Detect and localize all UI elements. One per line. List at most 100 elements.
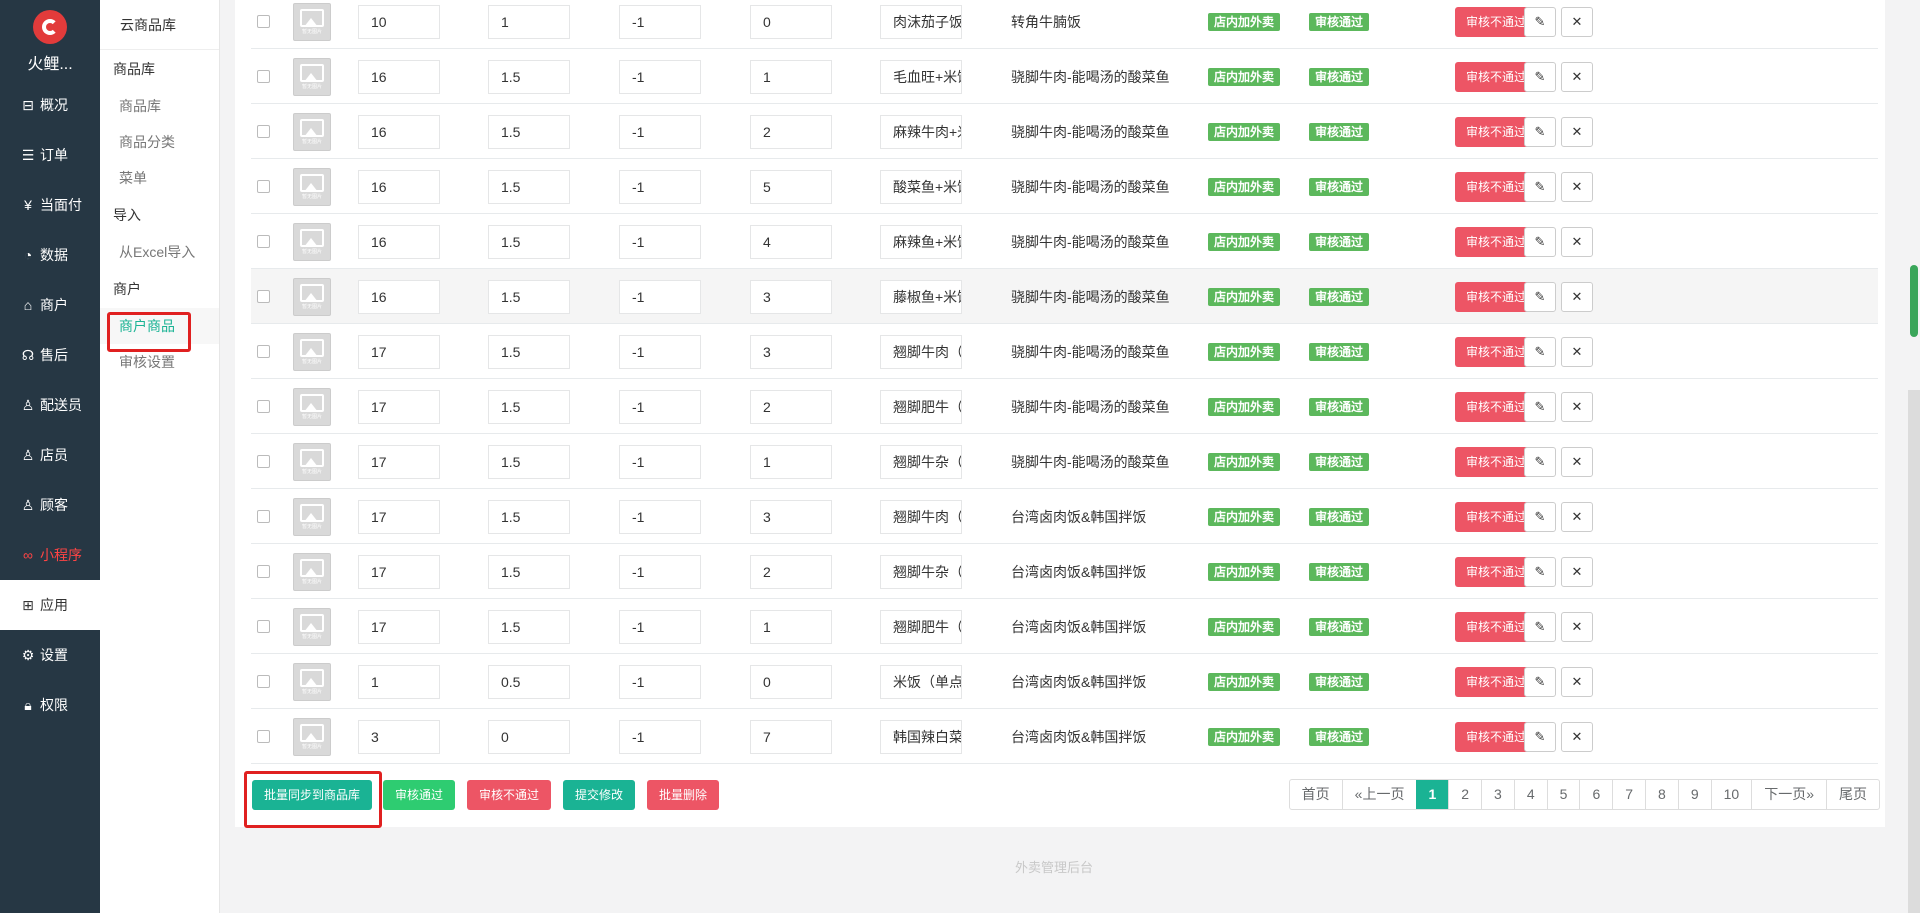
row-checkbox[interactable] bbox=[257, 455, 270, 468]
row-input-name[interactable]: 麻辣牛肉+米 bbox=[880, 114, 962, 149]
product-image[interactable]: 暂无图片 bbox=[293, 222, 331, 261]
row-input-v3[interactable]: -1 bbox=[619, 224, 701, 259]
edit-button[interactable]: ✎ bbox=[1524, 391, 1556, 422]
product-image[interactable]: 暂无图片 bbox=[293, 57, 331, 96]
row-checkbox[interactable] bbox=[257, 565, 270, 578]
row-input-v4[interactable]: 0 bbox=[750, 664, 832, 699]
page-last[interactable]: 尾页 bbox=[1826, 780, 1879, 809]
row-checkbox[interactable] bbox=[257, 15, 270, 28]
delete-button[interactable]: ✕ bbox=[1561, 666, 1593, 697]
sub-item-merchant-goods[interactable]: 商户商品 bbox=[100, 308, 219, 344]
nav-item-merchant[interactable]: ⌂ 商户 bbox=[0, 280, 100, 330]
row-input-v4[interactable]: 1 bbox=[750, 59, 832, 94]
brand[interactable]: 火鲤... bbox=[0, 0, 100, 80]
batch-delete-button[interactable]: 批量删除 bbox=[647, 780, 720, 810]
row-input-v3[interactable]: -1 bbox=[619, 499, 701, 534]
nav-item-miniapp[interactable]: ∞ 小程序 bbox=[0, 530, 100, 580]
nav-item-aftersale[interactable]: ☊ 售后 bbox=[0, 330, 100, 380]
delete-button[interactable]: ✕ bbox=[1561, 391, 1593, 422]
row-input-v3[interactable]: -1 bbox=[619, 389, 701, 424]
row-input-v2[interactable]: 1.5 bbox=[488, 59, 570, 94]
product-image[interactable]: 暂无图片 bbox=[293, 2, 331, 41]
row-input-v1[interactable]: 16 bbox=[358, 169, 440, 204]
row-checkbox[interactable] bbox=[257, 620, 270, 633]
sub-item-audit-settings[interactable]: 审核设置 bbox=[100, 344, 219, 380]
row-input-v2[interactable]: 1.5 bbox=[488, 169, 570, 204]
nav-item-permission[interactable]: 🔒︎ 权限 bbox=[0, 680, 100, 730]
row-input-v2[interactable]: 1.5 bbox=[488, 114, 570, 149]
row-input-v2[interactable]: 1.5 bbox=[488, 334, 570, 369]
nav-item-clerk[interactable]: ♙ 店员 bbox=[0, 430, 100, 480]
row-input-name[interactable]: 酸菜鱼+米饭 bbox=[880, 169, 962, 204]
row-input-v3[interactable]: -1 bbox=[619, 279, 701, 314]
row-input-v3[interactable]: -1 bbox=[619, 59, 701, 94]
sub-item-menu[interactable]: 菜单 bbox=[100, 160, 219, 196]
row-input-v4[interactable]: 2 bbox=[750, 389, 832, 424]
page-number[interactable]: 2 bbox=[1448, 780, 1481, 809]
batch-sync-button[interactable]: 批量同步到商品库 bbox=[252, 780, 373, 810]
page-number[interactable]: 1 bbox=[1416, 780, 1449, 809]
edit-button[interactable]: ✎ bbox=[1524, 6, 1556, 37]
row-input-v3[interactable]: -1 bbox=[619, 444, 701, 479]
row-input-name[interactable]: 翘脚肥牛（ bbox=[880, 389, 962, 424]
row-input-v4[interactable]: 7 bbox=[750, 719, 832, 754]
row-input-v4[interactable]: 3 bbox=[750, 279, 832, 314]
product-image[interactable]: 暂无图片 bbox=[293, 332, 331, 371]
row-checkbox[interactable] bbox=[257, 235, 270, 248]
nav-item-customer[interactable]: ♙ 顾客 bbox=[0, 480, 100, 530]
edit-button[interactable]: ✎ bbox=[1524, 611, 1556, 642]
row-input-v2[interactable]: 1.5 bbox=[488, 279, 570, 314]
row-input-v1[interactable]: 17 bbox=[358, 334, 440, 369]
submit-changes-button[interactable]: 提交修改 bbox=[563, 780, 636, 810]
row-input-name[interactable]: 藤椒鱼+米饭 bbox=[880, 279, 962, 314]
row-input-v2[interactable]: 0 bbox=[488, 719, 570, 754]
row-input-name[interactable]: 翘脚牛杂（ bbox=[880, 554, 962, 589]
row-input-v3[interactable]: -1 bbox=[619, 664, 701, 699]
row-input-v3[interactable]: -1 bbox=[619, 4, 701, 39]
page-number[interactable]: 4 bbox=[1513, 780, 1547, 809]
row-input-v1[interactable]: 16 bbox=[358, 59, 440, 94]
row-input-v1[interactable]: 17 bbox=[358, 389, 440, 424]
delete-button[interactable]: ✕ bbox=[1561, 281, 1593, 312]
edit-button[interactable]: ✎ bbox=[1524, 116, 1556, 147]
delete-button[interactable]: ✕ bbox=[1561, 226, 1593, 257]
delete-button[interactable]: ✕ bbox=[1561, 61, 1593, 92]
product-image[interactable]: 暂无图片 bbox=[293, 167, 331, 206]
product-image[interactable]: 暂无图片 bbox=[293, 442, 331, 481]
edit-button[interactable]: ✎ bbox=[1524, 501, 1556, 532]
row-checkbox[interactable] bbox=[257, 180, 270, 193]
row-input-v1[interactable]: 10 bbox=[358, 4, 440, 39]
batch-reject-button[interactable]: 审核不通过 bbox=[467, 780, 552, 810]
nav-item-pay[interactable]: ¥ 当面付 bbox=[0, 180, 100, 230]
edit-button[interactable]: ✎ bbox=[1524, 171, 1556, 202]
page-number[interactable]: 9 bbox=[1677, 780, 1711, 809]
row-checkbox[interactable] bbox=[257, 730, 270, 743]
row-checkbox[interactable] bbox=[257, 675, 270, 688]
row-input-v4[interactable]: 2 bbox=[750, 114, 832, 149]
product-image[interactable]: 暂无图片 bbox=[293, 717, 331, 756]
delete-button[interactable]: ✕ bbox=[1561, 6, 1593, 37]
row-input-v1[interactable]: 16 bbox=[358, 114, 440, 149]
row-input-v1[interactable]: 17 bbox=[358, 444, 440, 479]
row-input-v3[interactable]: -1 bbox=[619, 169, 701, 204]
row-input-v4[interactable]: 5 bbox=[750, 169, 832, 204]
row-input-v1[interactable]: 17 bbox=[358, 499, 440, 534]
row-input-v4[interactable]: 2 bbox=[750, 554, 832, 589]
page-number[interactable]: 5 bbox=[1546, 780, 1580, 809]
row-checkbox[interactable] bbox=[257, 290, 270, 303]
row-input-v4[interactable]: 3 bbox=[750, 334, 832, 369]
product-image[interactable]: 暂无图片 bbox=[293, 387, 331, 426]
edit-button[interactable]: ✎ bbox=[1524, 226, 1556, 257]
row-input-v2[interactable]: 1.5 bbox=[488, 499, 570, 534]
page-number[interactable]: 8 bbox=[1645, 780, 1678, 809]
edit-button[interactable]: ✎ bbox=[1524, 61, 1556, 92]
scrollbar-thumb[interactable] bbox=[1910, 265, 1918, 337]
delete-button[interactable]: ✕ bbox=[1561, 116, 1593, 147]
row-input-v2[interactable]: 1.5 bbox=[488, 224, 570, 259]
nav-item-apps[interactable]: ⊞ 应用 bbox=[0, 580, 100, 630]
page-number[interactable]: 7 bbox=[1612, 780, 1645, 809]
row-input-name[interactable]: 肉沫茄子饭 bbox=[880, 4, 962, 39]
row-input-v1[interactable]: 17 bbox=[358, 554, 440, 589]
page-next[interactable]: 下一页» bbox=[1751, 780, 1826, 809]
row-input-name[interactable]: 韩国辣白菜 bbox=[880, 719, 962, 754]
